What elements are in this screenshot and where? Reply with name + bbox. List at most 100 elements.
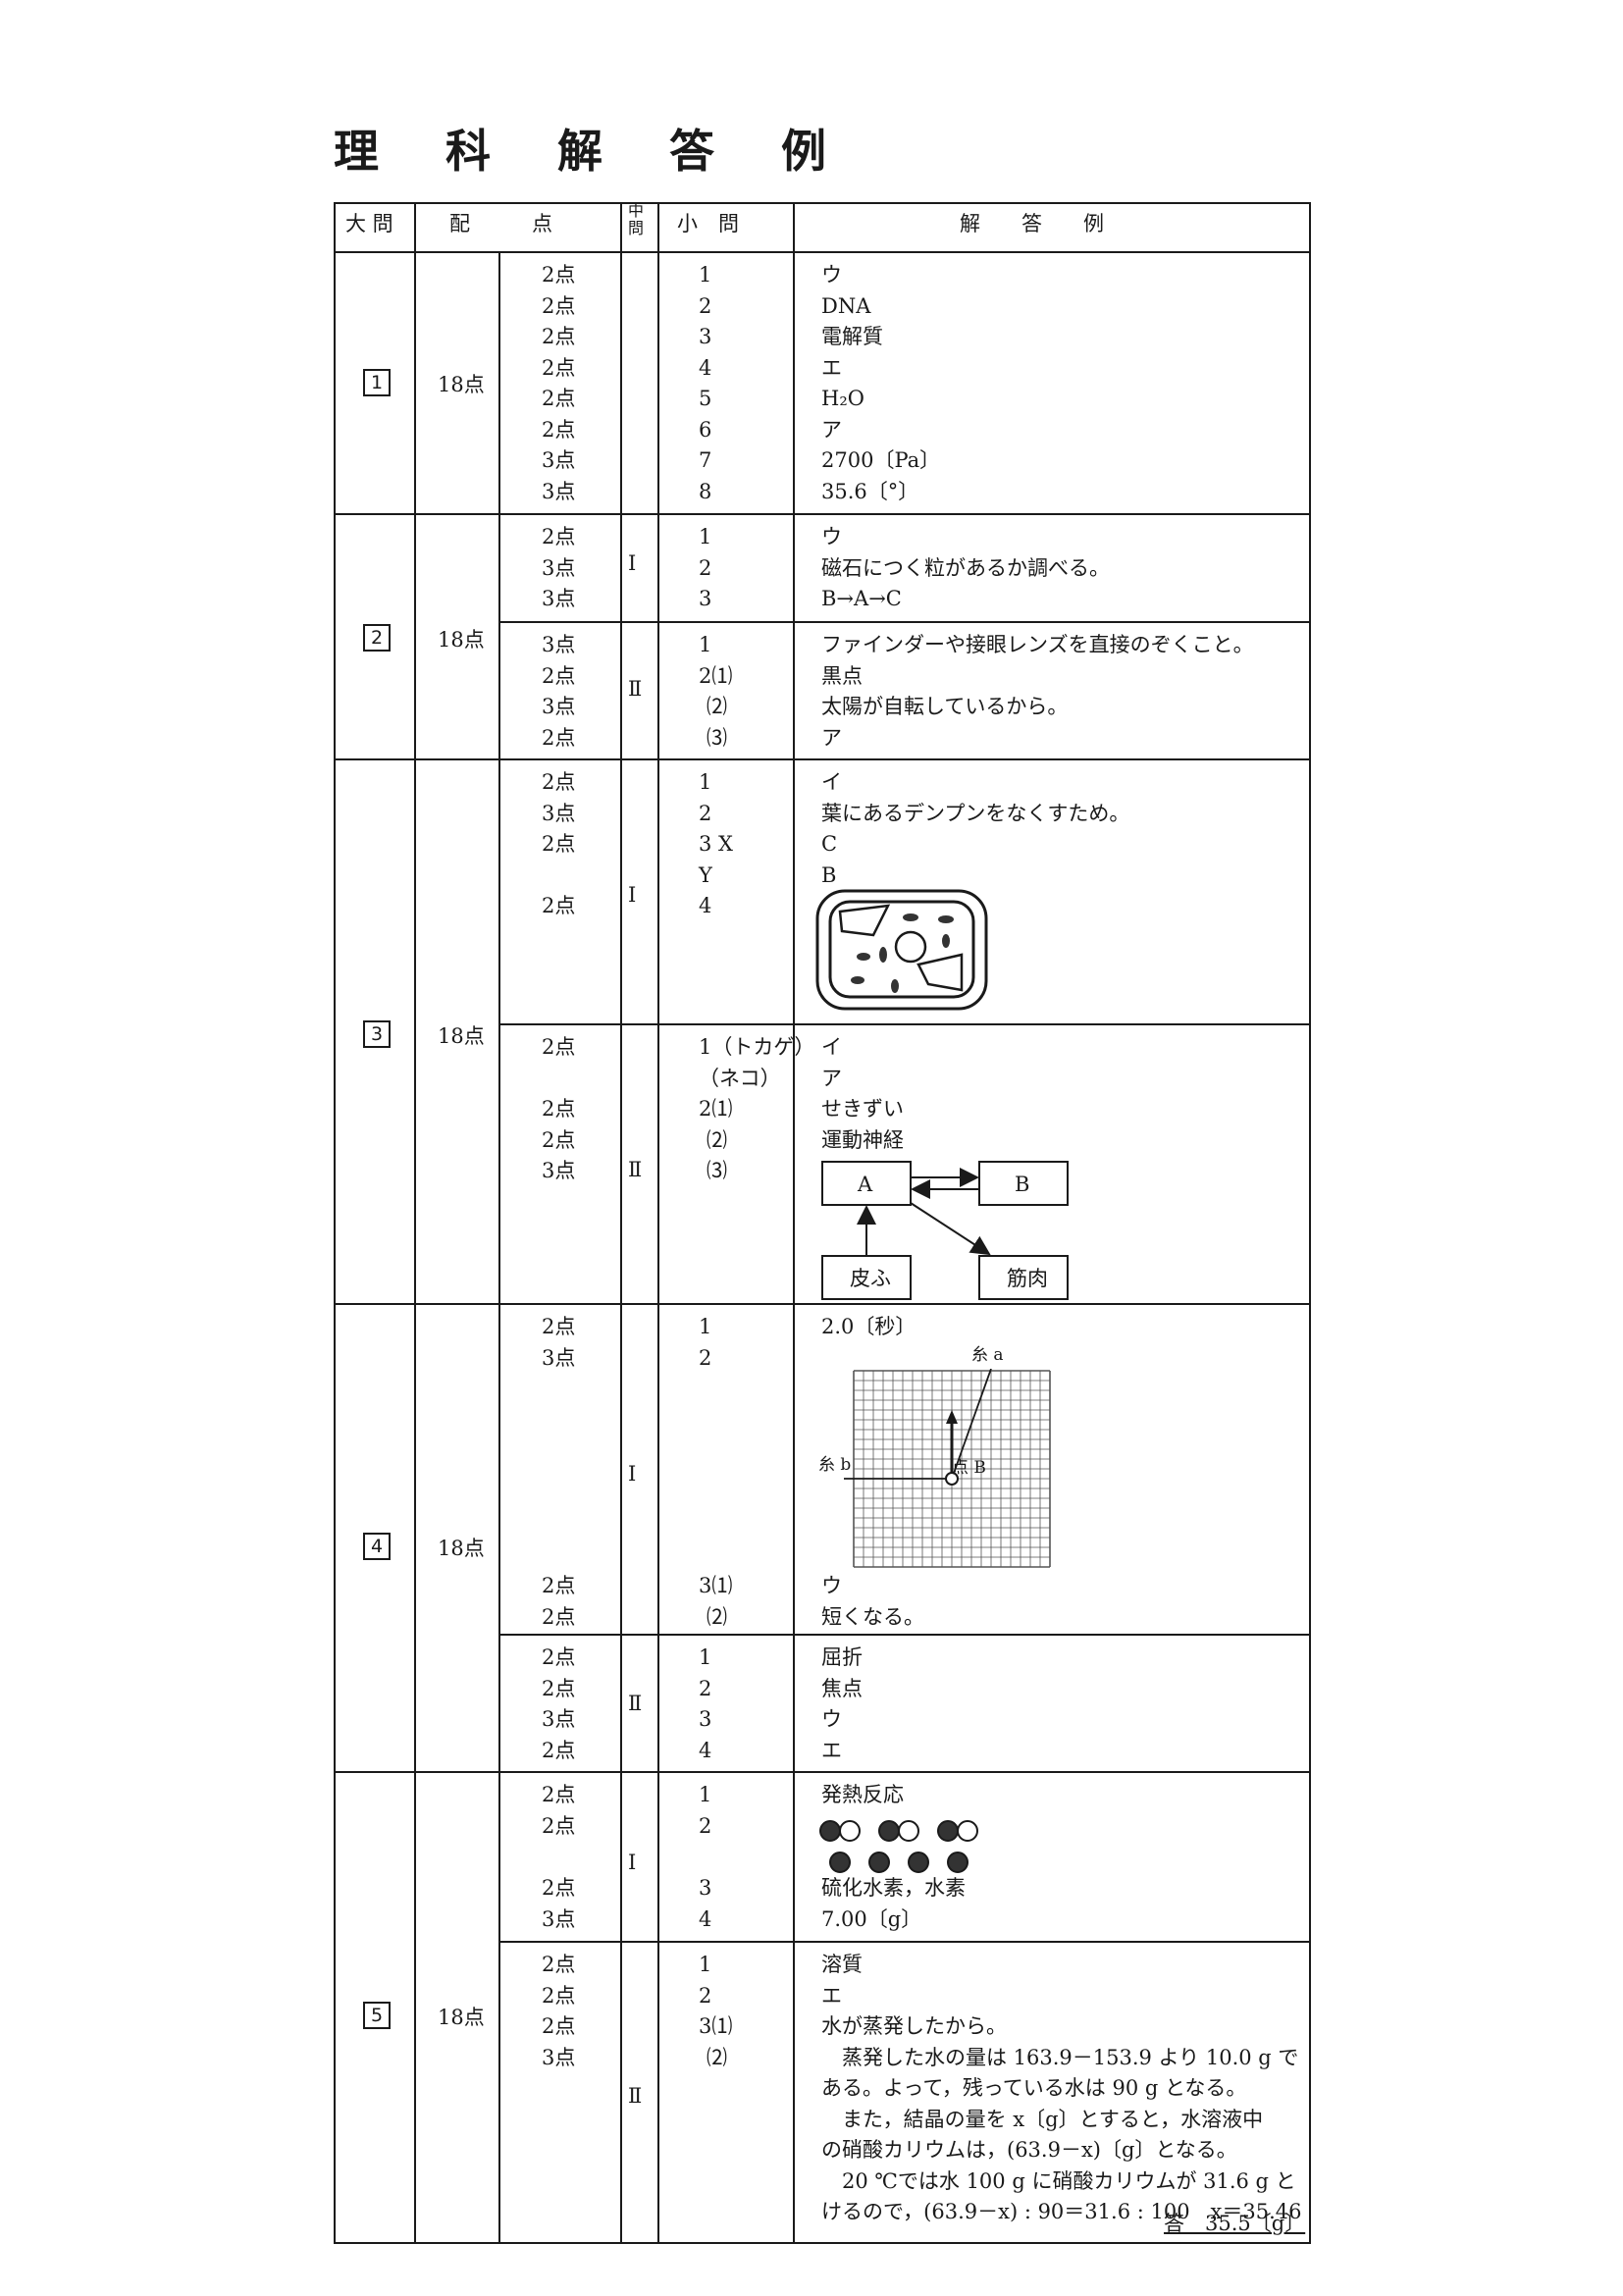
- q5-calc-line: また，結晶の量を x〔g〕とすると，水溶液中: [821, 2107, 1264, 2131]
- q1rows-pts-6: 3点: [542, 448, 576, 472]
- q3rows-q-2: 3 X: [699, 832, 733, 856]
- q1rows-pts-7: 3点: [542, 479, 576, 503]
- q2rowsII-a-2: 太陽が自転しているから。: [821, 695, 1069, 718]
- q4rowsII-q-3: 4: [699, 1738, 712, 1762]
- atom-model-drawing: [819, 1820, 978, 1873]
- q1rows-q-5: 6: [699, 417, 712, 442]
- q2rows-a-0: ウ: [821, 525, 842, 548]
- q3-II-label: Ⅱ: [628, 1158, 643, 1181]
- q3rowsII-q-1: （ネコ）: [699, 1066, 781, 1090]
- q4rows-q-0: 1: [699, 1315, 712, 1338]
- diagram-box-a: A: [858, 1173, 873, 1196]
- q1rows-a-7: 35.6〔°〕: [821, 479, 919, 503]
- q4rowsI2-q-0: 3⑴: [699, 1574, 733, 1597]
- q5rowsII-q-2: 3⑴: [699, 2014, 733, 2038]
- answer-table: [0, 0, 1623, 2296]
- q1rows-a-1: DNA: [821, 293, 871, 318]
- q5rowsII-q-1: 2: [699, 1983, 712, 2008]
- q3rows-pts-4: 2点: [542, 894, 576, 917]
- q5-I-q-0: 1: [699, 1783, 712, 1806]
- q5-calc-line: の硝酸カリウムは，(63.9－x)〔g〕となる。: [821, 2138, 1237, 2162]
- q5rowsII-pts-2: 2点: [542, 2014, 576, 2038]
- q4rows-pts-0: 2点: [542, 1315, 576, 1338]
- q2rowsII-pts-2: 3点: [542, 695, 576, 718]
- q5rowsII-a-0: 溶質: [821, 1953, 863, 1976]
- q5rowsII-a-2: 水が蒸発したから。: [821, 2014, 1007, 2038]
- q3rows-pts-2: 2点: [542, 832, 576, 856]
- q3rowsII-a-0: イ: [821, 1035, 842, 1059]
- q5rowsII-pts-3: 3点: [542, 2045, 576, 2069]
- q5-I-q-1: 2: [699, 1814, 712, 1838]
- q5rowsII-pts-0: 2点: [542, 1953, 576, 1976]
- q5-I-q-3: 4: [699, 1907, 712, 1931]
- q3rows-pts-0: 2点: [542, 770, 576, 794]
- q1rows-q-3: 4: [699, 355, 712, 380]
- q5-I-q-2: 3: [699, 1876, 712, 1900]
- q5-calc-line: 20 ℃では水 100 g に硝酸カリウムが 31.6 g と: [821, 2168, 1296, 2193]
- q4rowsII-a-2: ウ: [821, 1707, 842, 1731]
- q4rowsII-a-3: エ: [821, 1738, 842, 1762]
- plant-cell-drawing: [815, 889, 988, 1011]
- q4rowsII-pts-2: 3点: [542, 1707, 576, 1731]
- q3rows-a-3: B: [821, 862, 837, 887]
- q3rowsII-a-2: せきずい: [821, 1097, 904, 1121]
- point-b-label: 点 B: [952, 1458, 986, 1478]
- q3rowsII-q-3: ⑵: [707, 1127, 727, 1152]
- q4rows-a-0: 2.0〔秒〕: [821, 1315, 916, 1338]
- q4rows-q-1: 2: [699, 1345, 712, 1370]
- string-a-label: 糸 a: [971, 1345, 1004, 1365]
- q5rowsII-pts-1: 2点: [542, 1983, 576, 2008]
- q3rows-a-1: 葉にあるデンプンをなくすため。: [821, 801, 1130, 825]
- q3rows-a-2: C: [821, 832, 838, 856]
- q3rows-q-1: 2: [699, 801, 712, 825]
- q5-I-pts-0: 2点: [542, 1783, 576, 1806]
- q3rows-a-0: イ: [821, 770, 842, 794]
- q4rowsII-pts-3: 2点: [542, 1738, 576, 1762]
- string-b-label: 糸 b: [818, 1455, 852, 1475]
- q2-I-label: Ⅰ: [628, 551, 637, 575]
- q1rows-q-0: 1: [699, 263, 712, 287]
- q3-I-label: Ⅰ: [628, 883, 637, 907]
- q1rows-a-2: 電解質: [821, 325, 883, 348]
- header-chu: 中問: [628, 201, 645, 237]
- q5-number: 5: [363, 2002, 391, 2029]
- q5-I-label: Ⅰ: [628, 1851, 637, 1874]
- q3rows-q-4: 4: [699, 894, 712, 917]
- q2rowsII-a-0: ファインダーや接眼レンズを直接のぞくこと。: [821, 633, 1254, 656]
- q1rows-q-4: 5: [699, 387, 712, 410]
- q1rows-pts-1: 2点: [542, 293, 576, 318]
- q2rowsII-pts-1: 2点: [542, 663, 576, 688]
- q2rowsII-q-1: 2⑴: [699, 663, 733, 688]
- q5rowsII-a-3: 蒸発した水の量は 163.9－153.9 より 10.0 g で: [821, 2045, 1299, 2069]
- q1rows-a-3: エ: [821, 355, 842, 380]
- q4rowsII-q-0: 1: [699, 1645, 712, 1669]
- q4rowsI2-q-1: ⑵: [707, 1604, 727, 1629]
- q5-total: 18点: [438, 2006, 485, 2029]
- q2-number: 2: [363, 624, 391, 652]
- q3-number: 3: [363, 1020, 391, 1048]
- q4rowsI2-a-0: ウ: [821, 1574, 842, 1597]
- q5-II-label: Ⅱ: [628, 2084, 643, 2108]
- q2rows-pts-1: 3点: [542, 555, 576, 580]
- q3rowsII-a-1: ア: [821, 1066, 842, 1090]
- q2rows-q-1: 2: [699, 555, 712, 580]
- q4rows-pts-1: 3点: [542, 1345, 576, 1370]
- q5-I-pts-1: 2点: [542, 1814, 576, 1838]
- q2-total: 18点: [438, 628, 485, 652]
- q3rowsII-q-2: 2⑴: [699, 1097, 733, 1121]
- q3rowsII-pts-0: 2点: [542, 1035, 576, 1059]
- diagram-box-b: B: [1015, 1173, 1030, 1196]
- q4rowsII-a-0: 屈折: [821, 1645, 863, 1669]
- q4-total: 18点: [438, 1537, 485, 1560]
- q1rows-pts-0: 2点: [542, 263, 576, 287]
- q5rowsII-q-0: 1: [699, 1953, 712, 1976]
- q1rows-q-2: 3: [699, 325, 712, 348]
- header-sho: 小 問: [677, 212, 739, 235]
- q3rowsII-q-0: 1（トカゲ）: [699, 1035, 815, 1059]
- diagram-box-muscle: 筋肉: [1007, 1267, 1048, 1290]
- q2-II-label: Ⅱ: [628, 677, 643, 701]
- q2rowsII-pts-3: 2点: [542, 725, 576, 750]
- q2rows-pts-0: 2点: [542, 525, 576, 548]
- q2rowsII-q-3: ⑶: [707, 725, 727, 750]
- q5-I-a-2: 硫化水素，水素: [821, 1876, 966, 1900]
